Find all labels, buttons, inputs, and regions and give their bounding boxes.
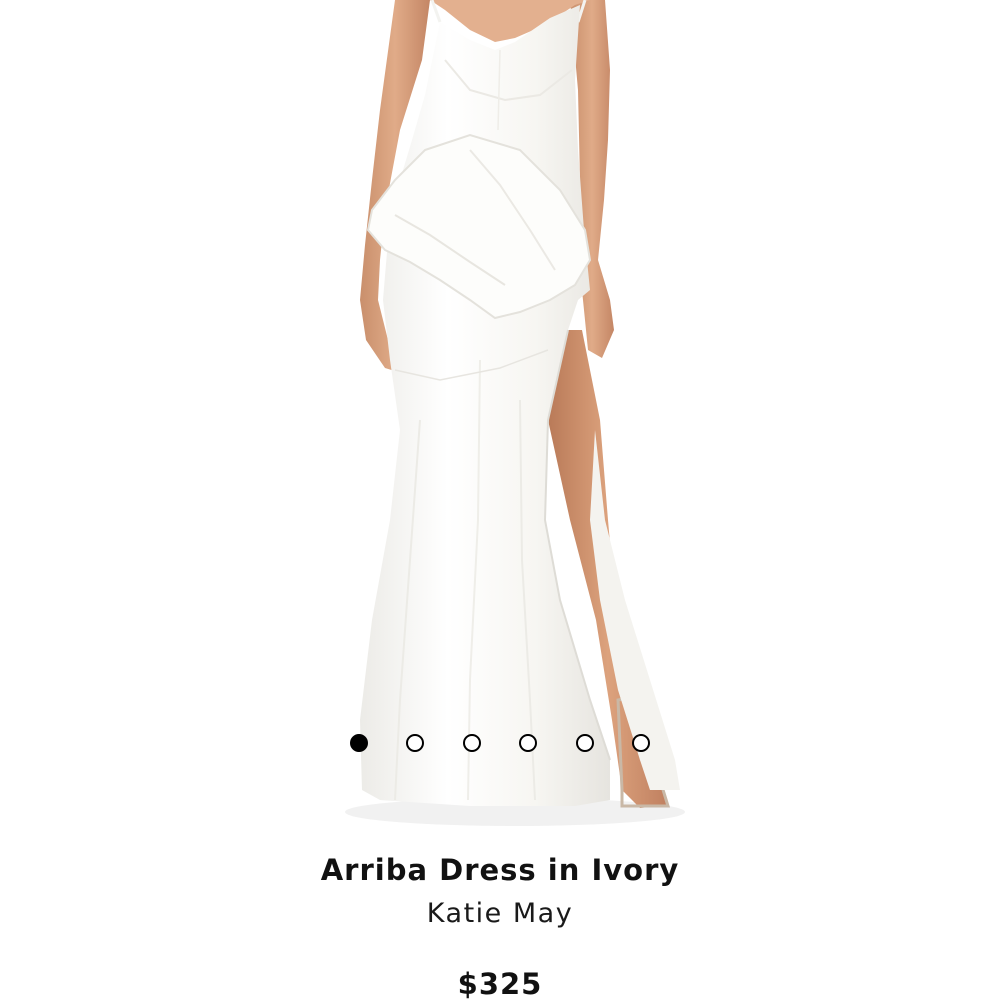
product-price: $325 [457, 967, 543, 1000]
carousel-dot-4[interactable] [519, 734, 538, 752]
product-image[interactable] [0, 0, 1000, 830]
white-gown-photo [345, 0, 685, 826]
product-title[interactable]: Arriba Dress in Ivory [0, 850, 1000, 890]
product-brand[interactable]: Katie May [0, 894, 1000, 934]
carousel-dot-6[interactable] [631, 734, 650, 752]
carousel-dot-1[interactable] [350, 734, 368, 752]
carousel-dot-5[interactable] [575, 734, 594, 752]
carousel-dot-3[interactable] [462, 734, 481, 752]
product-page: Arriba Dress in Ivory Katie May $325 [0, 0, 1000, 1000]
product-info: Arriba Dress in Ivory Katie May $325 [0, 840, 1000, 1000]
carousel-dot-2[interactable] [406, 734, 425, 752]
carousel-dots [350, 733, 650, 753]
